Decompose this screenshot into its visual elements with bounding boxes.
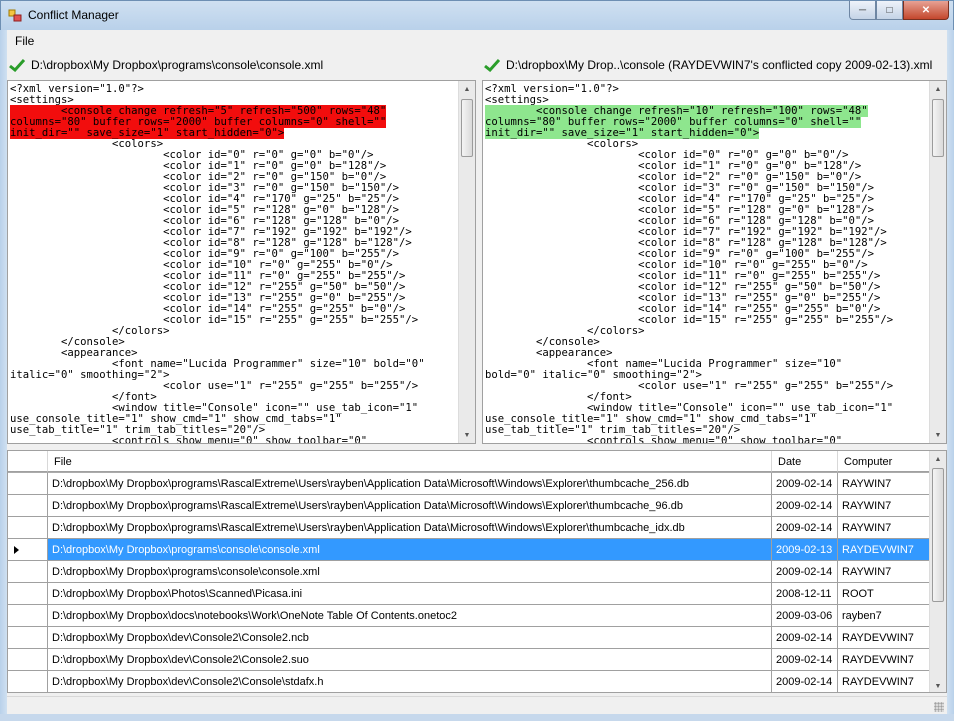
app-icon bbox=[8, 9, 22, 22]
date-cell[interactable]: 2009-02-14 bbox=[772, 495, 838, 517]
left-xml-text: <?xml version="1.0"?> <settings> <consol… bbox=[10, 83, 425, 444]
table-row[interactable]: D:\dropbox\My Dropbox\programs\RascalExt… bbox=[8, 495, 930, 517]
file-cell[interactable]: D:\dropbox\My Dropbox\dev\Console2\Conso… bbox=[48, 671, 772, 692]
row-header-corner bbox=[8, 451, 48, 472]
column-header-computer[interactable]: Computer bbox=[838, 451, 930, 472]
left-vertical-scrollbar[interactable]: ▲ ▼ bbox=[458, 81, 475, 443]
conflict-files-grid: File Date Computer D:\dropbox\My Dropbox… bbox=[7, 450, 947, 693]
row-header[interactable] bbox=[8, 517, 48, 539]
left-path-row: D:\dropbox\My Dropbox\programs\console\c… bbox=[9, 54, 469, 76]
check-icon bbox=[9, 58, 25, 72]
date-cell[interactable]: 2009-02-13 bbox=[772, 539, 838, 561]
file-cell[interactable]: D:\dropbox\My Dropbox\docs\notebooks\Wor… bbox=[48, 605, 772, 627]
window-frame-bottom bbox=[0, 714, 954, 721]
window-controls: ─ □ ✕ bbox=[849, 1, 949, 20]
date-cell[interactable]: 2009-02-14 bbox=[772, 671, 838, 692]
computer-cell[interactable]: RAYWIN7 bbox=[838, 561, 930, 583]
file-cell[interactable]: D:\dropbox\My Dropbox\Photos\Scanned\Pic… bbox=[48, 583, 772, 605]
table-row[interactable]: D:\dropbox\My Dropbox\Photos\Scanned\Pic… bbox=[8, 583, 930, 605]
date-cell[interactable]: 2009-02-14 bbox=[772, 517, 838, 539]
grid-vertical-scrollbar[interactable]: ▲ ▼ bbox=[929, 451, 946, 692]
row-header[interactable] bbox=[8, 583, 48, 605]
table-row[interactable]: D:\dropbox\My Dropbox\programs\RascalExt… bbox=[8, 517, 930, 539]
scroll-up-icon[interactable]: ▲ bbox=[459, 81, 475, 97]
column-header-file[interactable]: File bbox=[48, 451, 772, 472]
file-cell[interactable]: D:\dropbox\My Dropbox\programs\console\c… bbox=[48, 561, 772, 583]
column-header-date[interactable]: Date bbox=[772, 451, 838, 472]
right-path-row: D:\dropbox\My Drop..\console (RAYDEVWIN7… bbox=[484, 54, 944, 76]
size-grip-icon[interactable] bbox=[934, 702, 944, 712]
file-cell[interactable]: D:\dropbox\My Dropbox\dev\Console2\Conso… bbox=[48, 627, 772, 649]
date-cell[interactable]: 2009-03-06 bbox=[772, 605, 838, 627]
changed-line-highlight: <console change_refresh="10" refresh="10… bbox=[485, 105, 868, 139]
row-header[interactable] bbox=[8, 605, 48, 627]
computer-cell[interactable]: RAYWIN7 bbox=[838, 473, 930, 495]
left-text-pane[interactable]: <?xml version="1.0"?> <settings> <consol… bbox=[7, 80, 476, 444]
row-selector-icon bbox=[14, 546, 19, 554]
date-cell[interactable]: 2009-02-14 bbox=[772, 649, 838, 671]
scroll-down-icon[interactable]: ▼ bbox=[459, 427, 475, 443]
table-row[interactable]: D:\dropbox\My Dropbox\dev\Console2\Conso… bbox=[8, 671, 930, 692]
title-bar: Conflict Manager ─ □ ✕ bbox=[0, 0, 954, 30]
minimize-icon: ─ bbox=[858, 4, 867, 16]
computer-cell[interactable]: RAYDEVWIN7 bbox=[838, 627, 930, 649]
computer-cell[interactable]: ROOT bbox=[838, 583, 930, 605]
row-header[interactable] bbox=[8, 495, 48, 517]
date-cell[interactable]: 2009-02-14 bbox=[772, 561, 838, 583]
date-cell[interactable]: 2008-12-11 bbox=[772, 583, 838, 605]
file-cell[interactable]: D:\dropbox\My Dropbox\programs\console\c… bbox=[48, 539, 772, 561]
computer-cell[interactable]: RAYDEVWIN7 bbox=[838, 539, 930, 561]
status-bar bbox=[7, 696, 947, 714]
table-row[interactable]: D:\dropbox\My Dropbox\dev\Console2\Conso… bbox=[8, 649, 930, 671]
scroll-thumb[interactable] bbox=[461, 99, 473, 157]
file-cell[interactable]: D:\dropbox\My Dropbox\programs\RascalExt… bbox=[48, 473, 772, 495]
scroll-down-icon[interactable]: ▼ bbox=[930, 427, 946, 443]
maximize-icon: □ bbox=[886, 4, 893, 16]
scroll-up-icon[interactable]: ▲ bbox=[930, 451, 946, 467]
check-icon bbox=[484, 58, 500, 72]
menu-file[interactable]: File bbox=[15, 34, 34, 48]
maximize-button[interactable]: □ bbox=[876, 1, 903, 20]
close-button[interactable]: ✕ bbox=[903, 1, 949, 20]
scroll-up-icon[interactable]: ▲ bbox=[930, 81, 946, 97]
computer-cell[interactable]: RAYWIN7 bbox=[838, 495, 930, 517]
file-cell[interactable]: D:\dropbox\My Dropbox\programs\RascalExt… bbox=[48, 517, 772, 539]
table-row[interactable]: D:\dropbox\My Dropbox\programs\RascalExt… bbox=[8, 473, 930, 495]
window-frame-left bbox=[0, 30, 7, 721]
changed-line-highlight: <console change_refresh="5" refresh="500… bbox=[10, 105, 387, 139]
client-area: File D:\dropbox\My Dropbox\programs\cons… bbox=[7, 30, 947, 714]
date-cell[interactable]: 2009-02-14 bbox=[772, 627, 838, 649]
table-row[interactable]: D:\dropbox\My Dropbox\dev\Console2\Conso… bbox=[8, 627, 930, 649]
computer-cell[interactable]: RAYDEVWIN7 bbox=[838, 671, 930, 692]
table-row[interactable]: D:\dropbox\My Dropbox\programs\console\c… bbox=[8, 561, 930, 583]
right-text-pane[interactable]: <?xml version="1.0"?> <settings> <consol… bbox=[482, 80, 947, 444]
right-vertical-scrollbar[interactable]: ▲ ▼ bbox=[929, 81, 946, 443]
file-cell[interactable]: D:\dropbox\My Dropbox\programs\RascalExt… bbox=[48, 495, 772, 517]
computer-cell[interactable]: RAYDEVWIN7 bbox=[838, 649, 930, 671]
window-title: Conflict Manager bbox=[28, 8, 119, 22]
date-cell[interactable]: 2009-02-14 bbox=[772, 473, 838, 495]
scroll-thumb[interactable] bbox=[932, 468, 944, 602]
row-header[interactable] bbox=[8, 671, 48, 692]
table-row[interactable]: D:\dropbox\My Dropbox\docs\notebooks\Wor… bbox=[8, 605, 930, 627]
close-icon: ✕ bbox=[921, 4, 931, 16]
file-cell[interactable]: D:\dropbox\My Dropbox\dev\Console2\Conso… bbox=[48, 649, 772, 671]
computer-cell[interactable]: rayben7 bbox=[838, 605, 930, 627]
computer-cell[interactable]: RAYWIN7 bbox=[838, 517, 930, 539]
left-file-path: D:\dropbox\My Dropbox\programs\console\c… bbox=[31, 58, 324, 72]
row-header[interactable] bbox=[8, 627, 48, 649]
table-row[interactable]: D:\dropbox\My Dropbox\programs\console\c… bbox=[8, 539, 930, 561]
row-header[interactable] bbox=[8, 561, 48, 583]
scroll-thumb[interactable] bbox=[932, 99, 944, 157]
right-xml-text: <?xml version="1.0"?> <settings> <consol… bbox=[485, 83, 894, 444]
row-header[interactable] bbox=[8, 649, 48, 671]
row-header[interactable] bbox=[8, 473, 48, 495]
menu-bar: File bbox=[7, 30, 947, 52]
minimize-button[interactable]: ─ bbox=[849, 1, 876, 20]
scroll-down-icon[interactable]: ▼ bbox=[930, 678, 946, 692]
right-file-path: D:\dropbox\My Drop..\console (RAYDEVWIN7… bbox=[506, 58, 933, 72]
row-header[interactable] bbox=[8, 539, 48, 561]
window-frame-right bbox=[947, 30, 954, 721]
